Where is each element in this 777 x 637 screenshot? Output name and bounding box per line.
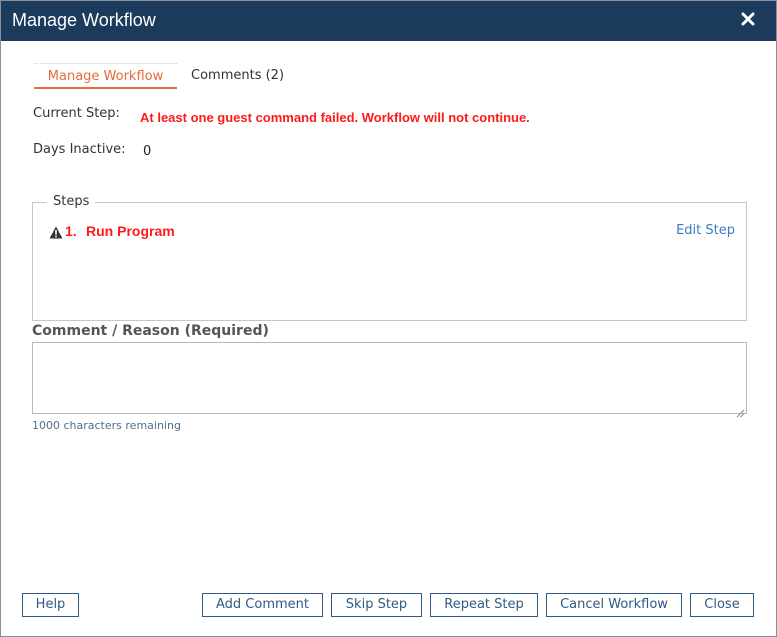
close-x-icon[interactable] bbox=[740, 10, 756, 28]
days-inactive-label: Days Inactive: bbox=[33, 142, 126, 157]
step-row: 1. Run Program Edit Step bbox=[49, 223, 735, 241]
dialog-title: Manage Workflow bbox=[12, 10, 156, 30]
step-number: 1. bbox=[65, 223, 77, 239]
repeat-step-button[interactable]: Repeat Step bbox=[430, 593, 538, 617]
comment-label: Comment / Reason (Required) bbox=[32, 323, 269, 339]
tab-comments[interactable]: Comments (2) bbox=[191, 63, 284, 89]
current-step-value: At least one guest command failed. Workf… bbox=[140, 110, 530, 125]
steps-legend: Steps bbox=[47, 194, 96, 209]
current-step-label: Current Step: bbox=[33, 106, 120, 121]
step-name: Run Program bbox=[86, 223, 175, 239]
cancel-workflow-button[interactable]: Cancel Workflow bbox=[546, 593, 682, 617]
steps-fieldset: Steps 1. Run Program Edit Step bbox=[32, 194, 747, 321]
warning-triangle-icon bbox=[49, 224, 63, 239]
characters-remaining: 1000 characters remaining bbox=[32, 419, 181, 432]
dialog-titlebar: Manage Workflow bbox=[1, 1, 776, 41]
close-button[interactable]: Close bbox=[690, 593, 754, 617]
add-comment-button[interactable]: Add Comment bbox=[202, 593, 323, 617]
edit-step-link[interactable]: Edit Step bbox=[676, 223, 735, 238]
days-inactive-value: 0 bbox=[143, 144, 152, 159]
manage-workflow-dialog: Manage Workflow Manage Workflow Comments… bbox=[0, 0, 777, 637]
help-button[interactable]: Help bbox=[22, 593, 79, 617]
tab-manage-workflow[interactable]: Manage Workflow bbox=[34, 63, 177, 89]
skip-step-button[interactable]: Skip Step bbox=[331, 593, 422, 617]
comment-textarea[interactable] bbox=[32, 342, 747, 414]
resize-grip-icon[interactable] bbox=[736, 403, 745, 418]
